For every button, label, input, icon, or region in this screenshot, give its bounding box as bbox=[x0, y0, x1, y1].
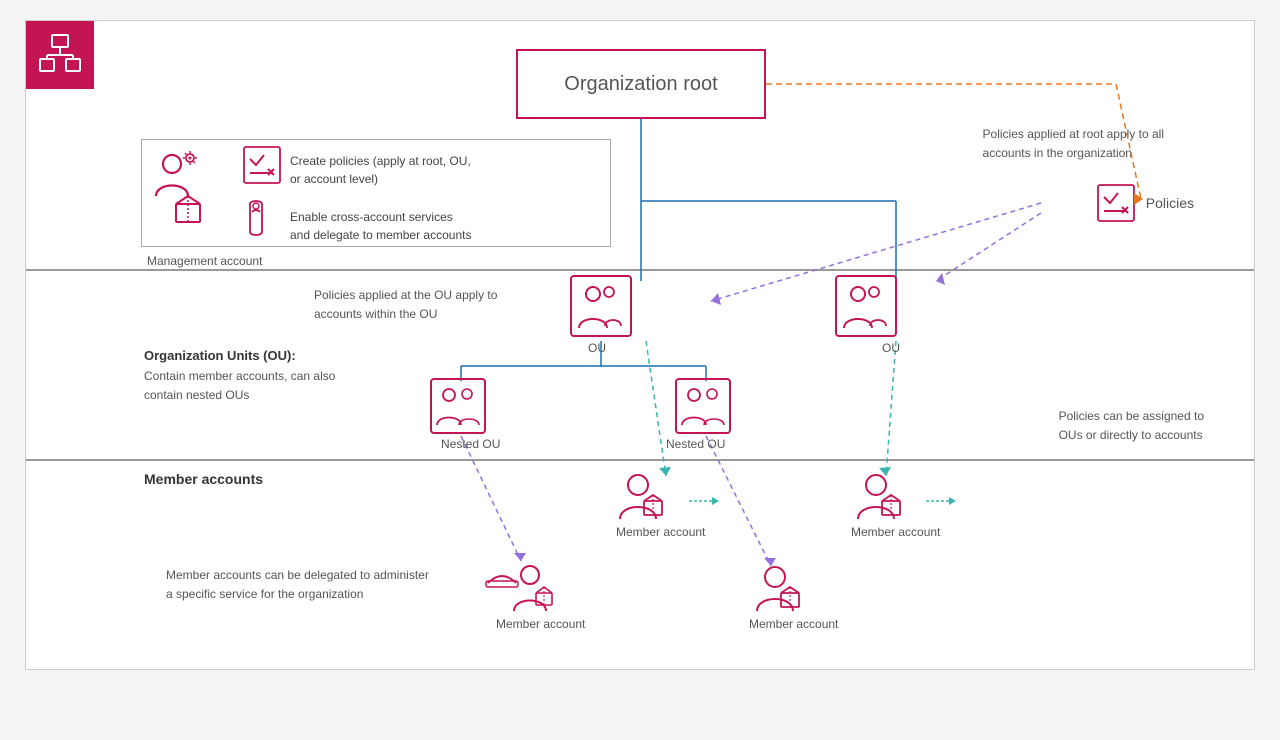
ou2-label: OU bbox=[882, 341, 900, 355]
checklist-icon-2 bbox=[242, 198, 282, 238]
nested-ou1-label: Nested OU bbox=[441, 437, 500, 451]
logo-box bbox=[26, 21, 94, 89]
org-root-box: Organization root bbox=[516, 49, 766, 119]
feature-text-2: Enable cross-account servicesand delegat… bbox=[290, 208, 471, 244]
ou2-icon bbox=[836, 276, 896, 336]
ou1-label: OU bbox=[588, 341, 606, 355]
member-label-3: Member account bbox=[496, 617, 585, 631]
member-label-2: Member account bbox=[851, 525, 940, 539]
nested-ou2-label: Nested OU bbox=[666, 437, 725, 451]
divider-ou-section bbox=[26, 269, 1254, 271]
divider-member-section bbox=[26, 459, 1254, 461]
feature-text-1: Create policies (apply at root, OU,or ac… bbox=[290, 152, 471, 188]
ou1-icon bbox=[571, 276, 631, 336]
checklist-icon-1 bbox=[242, 145, 282, 185]
ou-policy-note: Policies applied at the OU apply toaccou… bbox=[314, 286, 497, 324]
member-account-3-icon bbox=[486, 566, 552, 611]
ou-assign-note: Policies can be assigned toOUs or direct… bbox=[1059, 407, 1204, 445]
member-accounts-label: Member accounts bbox=[144, 471, 263, 487]
policies-box: Policies bbox=[1096, 183, 1194, 223]
mgmt-account-label: Management account bbox=[147, 254, 262, 268]
main-diagram: Organization root bbox=[25, 20, 1255, 670]
org-root-label: Organization root bbox=[564, 73, 717, 96]
root-policy-note: Policies applied at root apply to allacc… bbox=[983, 125, 1164, 163]
ou-section-label: Organization Units (OU): Contain member … bbox=[144, 346, 335, 405]
member-label-1: Member account bbox=[616, 525, 705, 539]
member-account-2-icon bbox=[858, 475, 900, 519]
mgmt-package-icon bbox=[172, 192, 206, 226]
nested-ou2-icon bbox=[676, 379, 730, 433]
member-delegate-note: Member accounts can be delegated to admi… bbox=[166, 566, 429, 604]
mgmt-account-box: Create policies (apply at root, OU,or ac… bbox=[141, 139, 611, 247]
member-account-4-icon bbox=[757, 567, 799, 611]
policies-icon bbox=[1096, 183, 1136, 223]
org-chart-icon bbox=[38, 33, 82, 77]
member-label-4: Member account bbox=[749, 617, 838, 631]
member-account-1-icon bbox=[620, 475, 662, 519]
policies-label: Policies bbox=[1146, 195, 1194, 211]
nested-ou1-icon bbox=[431, 379, 485, 433]
